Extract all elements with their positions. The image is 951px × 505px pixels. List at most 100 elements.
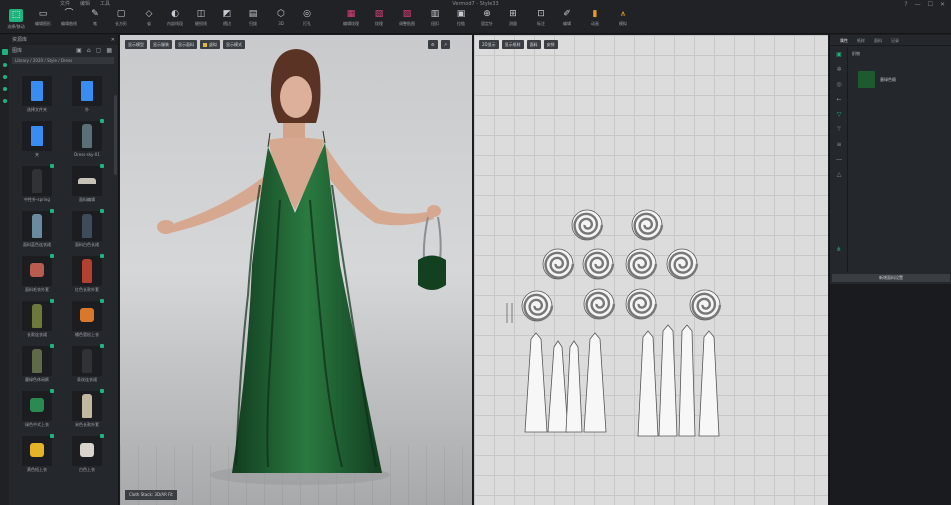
tool-texture[interactable]: ▧ 纹理 — [366, 9, 392, 33]
skirt-panel[interactable] — [524, 332, 548, 433]
skirt-panel[interactable] — [658, 324, 678, 437]
skirt-panel[interactable] — [565, 340, 583, 433]
tab-pattern[interactable]: 纸样 — [857, 35, 865, 45]
gear-icon[interactable]: ✲ — [830, 62, 848, 77]
show-fabric-button[interactable]: 显示面料 — [175, 40, 197, 49]
tool-hanger[interactable]: ⩚ 模拟 — [610, 9, 636, 33]
expand-icon[interactable]: ↗ — [440, 40, 450, 49]
skirt-panel[interactable] — [678, 324, 696, 437]
download-badge — [100, 299, 104, 303]
circle-icon[interactable]: ◎ — [830, 77, 848, 92]
tool-measure[interactable]: ⊞ 测量 — [500, 9, 526, 33]
arrow-icon[interactable]: ← — [830, 92, 848, 107]
tool-curve[interactable]: ⌒ 编辑曲线 — [56, 9, 82, 33]
tool-internal-line[interactable]: ◐ 内部线段 — [162, 9, 188, 33]
library-item[interactable]: 外 — [64, 76, 110, 118]
download-badge — [100, 254, 104, 258]
library-favorite-icon[interactable] — [2, 75, 7, 79]
settings-icon[interactable]: ⚙ — [428, 40, 438, 49]
tool-texture-edit[interactable]: ▦ 编辑纹理 — [338, 9, 364, 33]
library-tab[interactable]: 图库 — [12, 47, 22, 54]
minimize-icon[interactable]: — — [915, 1, 921, 8]
tool-edit[interactable]: ▭ 编辑图形 — [30, 9, 56, 33]
show-avatar-button[interactable]: 显示模型 — [125, 40, 147, 49]
tool-button[interactable]: ▥ 纽扣 — [422, 9, 448, 33]
fabric-swatch[interactable] — [858, 71, 875, 88]
library-view-icon[interactable] — [1, 49, 8, 55]
library-item[interactable]: 面料蓝色连衣裙 — [14, 209, 60, 253]
skirt-panel[interactable] — [547, 340, 569, 433]
library-item[interactable]: 面料白色长裙 — [64, 209, 110, 253]
library-scrollbar[interactable] — [114, 95, 117, 175]
skirt-panel[interactable] — [637, 330, 659, 437]
skirt-panel[interactable] — [698, 330, 720, 437]
library-item[interactable]: 中性外-spring — [14, 164, 60, 208]
lock-icon[interactable]: ▢ — [96, 47, 102, 54]
shield-icon[interactable]: ▽ — [830, 107, 848, 122]
display-mode-button[interactable]: 显示模式 — [223, 40, 245, 49]
menu-edit[interactable]: 编辑 — [80, 0, 90, 7]
tool-pin[interactable]: ⊕ 固定针 — [474, 9, 500, 33]
library-item[interactable]: 面料编辑 — [64, 164, 110, 208]
library-filter-icon[interactable] — [2, 63, 7, 67]
library-item[interactable]: 白色上衣 — [64, 434, 110, 478]
library-cloud-icon[interactable] — [2, 99, 7, 103]
library-item[interactable]: 米色长款外套 — [64, 389, 110, 433]
library-item[interactable]: 选择文件夹 — [14, 76, 60, 118]
tool-edit-note[interactable]: ✐ 编辑 — [554, 9, 580, 33]
tool-pen[interactable]: ✎ 笔 — [82, 9, 108, 33]
folder-icon[interactable]: ▣ — [76, 47, 82, 54]
library-item[interactable]: 长款连衣裙 — [14, 299, 60, 343]
tool-punch[interactable]: ◎ 打孔 — [294, 9, 320, 33]
tool-pleat[interactable]: ◩ 褶边 — [214, 9, 240, 33]
fabric-name[interactable]: 墨绿色缎 — [880, 77, 896, 83]
minus-icon[interactable]: ― — [830, 152, 848, 167]
tool-chart[interactable]: ▮ 动画 — [582, 9, 608, 33]
tool-adjust-map[interactable]: ▨ 调整贴图 — [394, 9, 420, 33]
close-icon[interactable]: ✕ — [940, 1, 945, 8]
tool-shrink[interactable]: ▤ 归拔 — [240, 9, 266, 33]
library-item[interactable]: Dress-sky-01 — [64, 119, 110, 163]
lines-icon[interactable]: ≡ — [830, 137, 848, 152]
library-item[interactable]: 红色长款外套 — [64, 254, 110, 298]
triangle-icon[interactable]: △ — [830, 167, 848, 182]
grid-view-icon[interactable]: ▦ — [106, 47, 112, 54]
ruler-icon[interactable]: ⊤ — [830, 122, 848, 137]
close-panel-icon[interactable]: ✕ — [111, 35, 115, 45]
fabric-icon[interactable]: ▣ — [830, 47, 848, 62]
library-item[interactable]: 夹 — [14, 121, 60, 163]
show-garment-button[interactable]: 显示服装 — [150, 40, 172, 49]
pattern-canvas[interactable] — [474, 35, 828, 505]
viewport-2d[interactable]: 2D显示 显示纸样 面料 安排 — [474, 35, 828, 505]
tool-cube[interactable]: ⬡ 3D — [268, 9, 294, 33]
menu-file[interactable]: 文件 — [60, 0, 70, 7]
add-fabric-button[interactable]: 新增面料设置 — [832, 274, 950, 282]
virtual-button[interactable]: 虚拟 — [200, 40, 220, 49]
tool-dart[interactable]: ◇ 省 — [136, 9, 162, 33]
viewport-3d[interactable]: 显示模型 显示服装 显示面料 虚拟 显示模式 ⚙ ↗ Cloth Stack: … — [120, 35, 472, 505]
library-item[interactable]: 橘色宽松上衣 — [64, 299, 110, 343]
tool-zipper[interactable]: ▣ 拉链 — [448, 9, 474, 33]
strap-pieces[interactable] — [506, 303, 513, 323]
tab-history[interactable]: 记录 — [891, 35, 899, 45]
tab-fabric[interactable]: 面料 — [874, 35, 882, 45]
tool-cursor[interactable]: ⬚ 选择/移动 — [3, 9, 29, 33]
hierarchy-icon[interactable]: ⋔ — [830, 242, 848, 257]
tool-rectangle[interactable]: ▢ 长方形 — [108, 9, 134, 33]
library-recent-icon[interactable] — [2, 87, 7, 91]
library-item[interactable]: 条纹连衣裙 — [64, 344, 110, 388]
home-icon[interactable]: ⌂ — [87, 47, 91, 54]
library-item[interactable]: 面料毛衣外套 — [14, 254, 60, 298]
menu-tools[interactable]: 工具 — [100, 0, 110, 7]
skirt-panel[interactable] — [583, 332, 607, 433]
library-item[interactable]: 绿色中式上衣 — [14, 389, 60, 433]
library-item[interactable]: 黄色短上衣 — [14, 434, 60, 478]
library-item[interactable]: 墨绿色休闲裤 — [14, 344, 60, 388]
library-path[interactable]: Library / 2020 / Style / Dress — [12, 57, 114, 64]
maximize-icon[interactable]: ☐ — [928, 1, 933, 8]
tool-sewing[interactable]: ◫ 缝纫线 — [188, 9, 214, 33]
help-icon[interactable]: ? — [904, 1, 907, 8]
tab-properties[interactable]: 属性 — [840, 35, 848, 45]
tool-annotate[interactable]: ⊡ 标注 — [528, 9, 554, 33]
pleat-icon: ◩ — [222, 9, 232, 19]
